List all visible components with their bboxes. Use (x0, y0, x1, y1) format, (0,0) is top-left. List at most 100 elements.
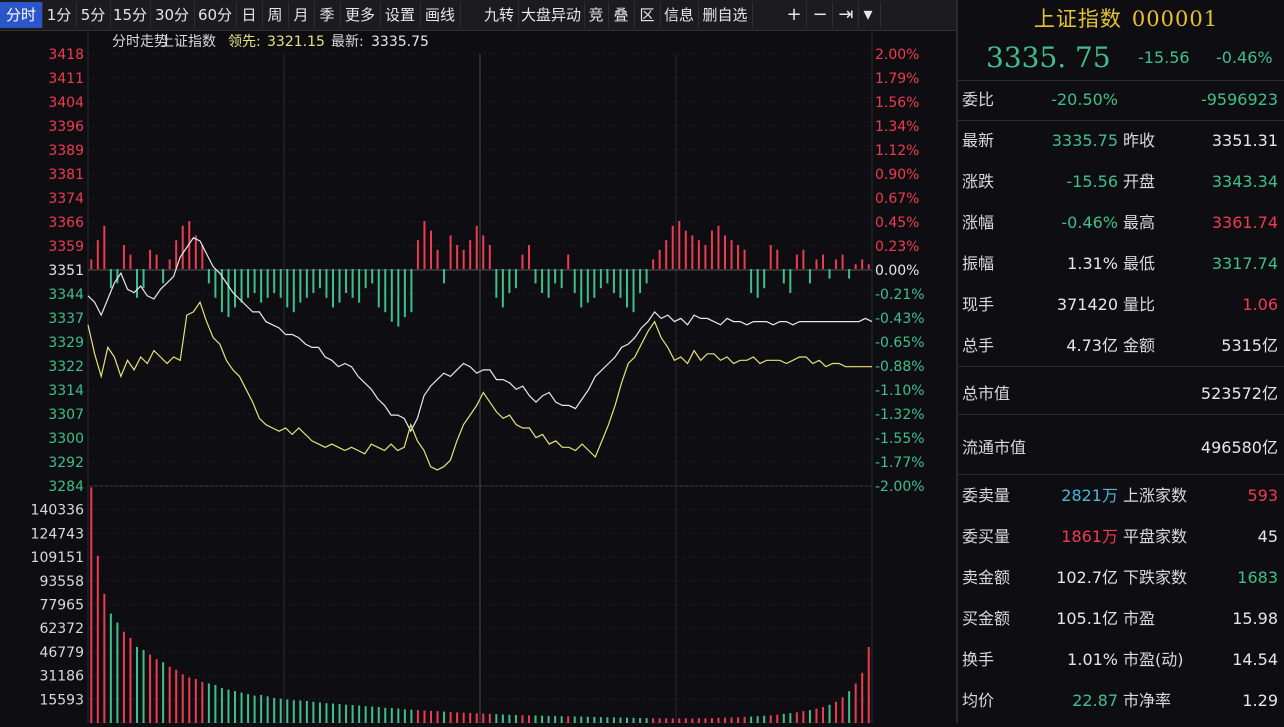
quote-label: 换手 (962, 650, 995, 669)
quote-row: 总市值 523572亿 (958, 379, 1284, 409)
quote-label: 金额 (1123, 336, 1156, 355)
period-tab-16[interactable]: 叠 (608, 2, 635, 28)
period-tab-15[interactable]: 竞 (584, 2, 609, 28)
period-tab-3[interactable]: 15分 (110, 2, 151, 28)
security-code: 000001 (1131, 7, 1219, 31)
quote-value: 5315亿 (1221, 336, 1278, 355)
quote-panel: 上证指数 000001 3335. 75 -15.56 -0.46% 委比 -20.… (956, 0, 1284, 723)
y-tick-label: 3284 (48, 479, 84, 495)
period-tab-6[interactable]: 日 (236, 2, 263, 28)
quote-value: 371420 (1056, 295, 1118, 314)
quote-row: 总手 4.73亿 金额 5315亿 (958, 331, 1284, 361)
y-tick-label: 3344 (48, 287, 84, 303)
period-tab-10[interactable]: 更多 (340, 2, 381, 28)
quote-row: 委比 -20.50% -9596923 (958, 85, 1284, 115)
quote-value: -9596923 (1200, 90, 1278, 109)
quote-row: 委买量 1861万 平盘家数 45 (958, 522, 1284, 552)
period-tab-1[interactable]: 1分 (42, 2, 77, 28)
period-toolbar: 分时 1分 5分 15分 30分 60分日周月季更多 设置 画线 九转 大盘异动竞叠区信息 删自选 +… (0, 0, 956, 31)
pct-tick-label: -0.21% (875, 287, 925, 303)
quote-label: 市盈(动) (1123, 650, 1184, 669)
quote-row: 流通市值 496580亿 (958, 433, 1284, 463)
quote-value: 14.54 (1232, 650, 1278, 669)
period-tab-13[interactable]: 九转 (480, 2, 519, 28)
quote-label: 平盘家数 (1123, 527, 1188, 546)
quote-value: -20.50% (1051, 90, 1118, 109)
quote-value: 1683 (1237, 568, 1278, 587)
plus-icon[interactable]: + (782, 2, 807, 28)
lead-label: 领先: (228, 34, 261, 50)
period-tab-4[interactable]: 30分 (150, 2, 195, 28)
y-tick-label: 3314 (48, 383, 84, 399)
period-tab-11[interactable]: 设置 (380, 2, 421, 28)
quote-value: 102.7亿 (1056, 568, 1118, 587)
quote-label: 委比 (962, 90, 995, 109)
quote-row: 最新 3335.75 昨收 3351.31 (958, 126, 1284, 156)
volume-tick-label: 46779 (39, 645, 84, 661)
quote-row: 均价 22.87 市净率 1.29 (958, 686, 1284, 716)
price-change: -15.56 (1138, 48, 1190, 67)
quote-label: 市盈 (1123, 609, 1156, 628)
volume-tick-label: 31186 (39, 669, 84, 685)
period-tab-14[interactable]: 大盘异动 (518, 2, 585, 28)
volume-tick-label: 109151 (31, 550, 84, 566)
quote-value: 1.31% (1067, 254, 1118, 273)
period-tab-0[interactable]: 分时 (0, 2, 43, 28)
quote-label: 最新 (962, 131, 995, 150)
pct-tick-label: -0.65% (875, 335, 925, 351)
quote-value: 22.87 (1072, 691, 1118, 710)
quote-label: 买金额 (962, 609, 1011, 628)
pct-tick-label: -2.00% (875, 479, 925, 495)
period-tab-12[interactable]: 画线 (420, 2, 461, 28)
quote-label: 下跌家数 (1123, 568, 1188, 587)
minus-icon[interactable]: − (808, 2, 833, 28)
quote-row: 换手 1.01% 市盈(动) 14.54 (958, 645, 1284, 675)
pct-tick-label: 0.45% (875, 215, 919, 231)
period-tab-7[interactable]: 周 (262, 2, 289, 28)
pct-tick-label: 2.00% (875, 47, 919, 63)
latest-value: 3335.75 (371, 34, 429, 50)
panel-divider (958, 120, 1284, 121)
dropdown-icon[interactable]: ▾ (856, 2, 881, 28)
y-tick-label: 3389 (48, 143, 84, 159)
quote-value: 1861万 (1061, 527, 1118, 546)
period-tab-18[interactable]: 信息 (660, 2, 699, 28)
quote-value: 523572亿 (1200, 384, 1278, 403)
lead-value: 3321.15 (267, 34, 325, 50)
period-tab-2[interactable]: 5分 (76, 2, 111, 28)
quote-value: 105.1亿 (1056, 609, 1118, 628)
period-tab-19[interactable]: 删自选 (698, 2, 753, 28)
quote-value: 496580亿 (1200, 438, 1278, 457)
quote-value: 1.01% (1067, 650, 1118, 669)
y-tick-label: 3404 (48, 95, 84, 111)
quote-row: 涨跌 -15.56 开盘 3343.34 (958, 167, 1284, 197)
panel-divider (958, 366, 1284, 367)
intraday-chart[interactable]: 3418 2.00% 3411 1.79% 3404 1.56% 3396 1.34% 3389… (0, 29, 956, 724)
period-tab-17[interactable]: 区 (634, 2, 661, 28)
quote-row: 振幅 1.31% 最低 3317.74 (958, 249, 1284, 279)
pct-tick-label: 1.34% (875, 119, 919, 135)
intraday-chart-svg[interactable]: 3418 2.00% 3411 1.79% 3404 1.56% 3396 1.34% 3389… (0, 29, 956, 724)
quote-label: 涨跌 (962, 172, 995, 191)
quote-label: 上涨家数 (1123, 486, 1188, 505)
quote-value: 4.73亿 (1066, 336, 1118, 355)
quote-value: 3361.74 (1211, 213, 1278, 232)
panel-divider (958, 414, 1284, 415)
quote-label: 开盘 (1123, 172, 1156, 191)
volume-tick-label: 77965 (39, 598, 84, 614)
period-tab-5[interactable]: 60分 (194, 2, 237, 28)
chart-security-name: 上证指数 (160, 34, 216, 50)
quote-value: 2821万 (1061, 486, 1118, 505)
y-tick-label: 3381 (48, 167, 84, 183)
period-tab-8[interactable]: 月 (288, 2, 315, 28)
pct-tick-label: 0.90% (875, 167, 919, 183)
panel-divider (958, 474, 1284, 475)
period-tab-9[interactable]: 季 (314, 2, 341, 28)
pct-tick-label: -1.77% (875, 455, 925, 471)
pct-tick-label: -0.88% (875, 359, 925, 375)
pct-tick-label: 1.56% (875, 95, 919, 111)
quote-value: -15.56 (1066, 172, 1118, 191)
y-tick-label: 3374 (48, 191, 84, 207)
y-tick-label: 3396 (48, 119, 84, 135)
y-tick-label: 3418 (48, 47, 84, 63)
